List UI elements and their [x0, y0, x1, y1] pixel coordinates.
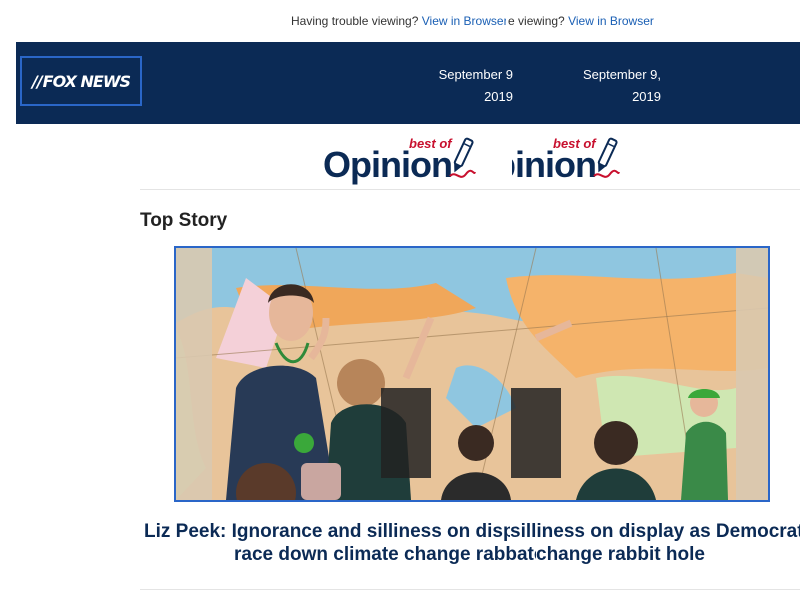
best-of-tag: best of — [553, 136, 596, 151]
preheader-text: Having trouble viewing? — [291, 14, 419, 28]
best-of-opinion-logo[interactable]: Opinion best of — [323, 134, 478, 188]
preheader-text-fragment: e — [508, 14, 515, 28]
fox-news-logo[interactable]: //FOX NEWS — [20, 56, 142, 106]
best-of-opinion-logo-duplicate[interactable]: Opinion best of — [512, 134, 622, 188]
logo-text: FOX NEWS — [42, 71, 131, 91]
story-photo — [176, 248, 768, 500]
header-date: September 9, 2019 — [571, 64, 661, 108]
date-line1: September 9, — [582, 67, 661, 82]
date-line1: September 9 — [438, 67, 513, 82]
best-of-tag: best of — [409, 136, 452, 151]
top-story-headline[interactable]: Liz Peek: Ignorance and silliness on dis… — [140, 520, 800, 566]
date-line2: 2019 — [632, 89, 661, 104]
view-in-browser-link-duplicate[interactable]: View in Browser — [568, 14, 654, 28]
top-story-image[interactable] — [174, 246, 770, 502]
divider — [140, 189, 800, 190]
header-date-cut: September 9 2019 — [426, 64, 513, 108]
divider — [140, 589, 800, 590]
headline-line2: race down climate change rabbate — [234, 544, 545, 565]
preheader: Having trouble viewing? View in Browser … — [0, 12, 800, 30]
header-bar: //FOX NEWS September 9 2019 September 9,… — [16, 42, 800, 124]
view-in-browser-link[interactable]: View in Browser — [422, 14, 508, 28]
preheader-text-tail: viewing? — [514, 14, 565, 28]
pen-icon — [449, 137, 476, 178]
section-title: Top Story — [140, 210, 228, 231]
pen-icon — [593, 137, 620, 178]
preheader-copy: Having trouble viewing? View in Browser — [291, 14, 511, 28]
headline-line2-duplicate: change rabbit hole — [536, 543, 705, 566]
headline-line1: Liz Peek: Ignorance and silliness on dis… — [144, 521, 520, 542]
preheader-copy-duplicate: e viewing? View in Browser — [506, 14, 654, 28]
logo-slash-icon: // — [31, 71, 43, 91]
best-of-opinion-banner: Opinion best of Opinion best of — [0, 134, 800, 188]
date-line2: 2019 — [484, 89, 513, 104]
headline-line1-duplicate: silliness on display as Democrats — [510, 520, 800, 543]
